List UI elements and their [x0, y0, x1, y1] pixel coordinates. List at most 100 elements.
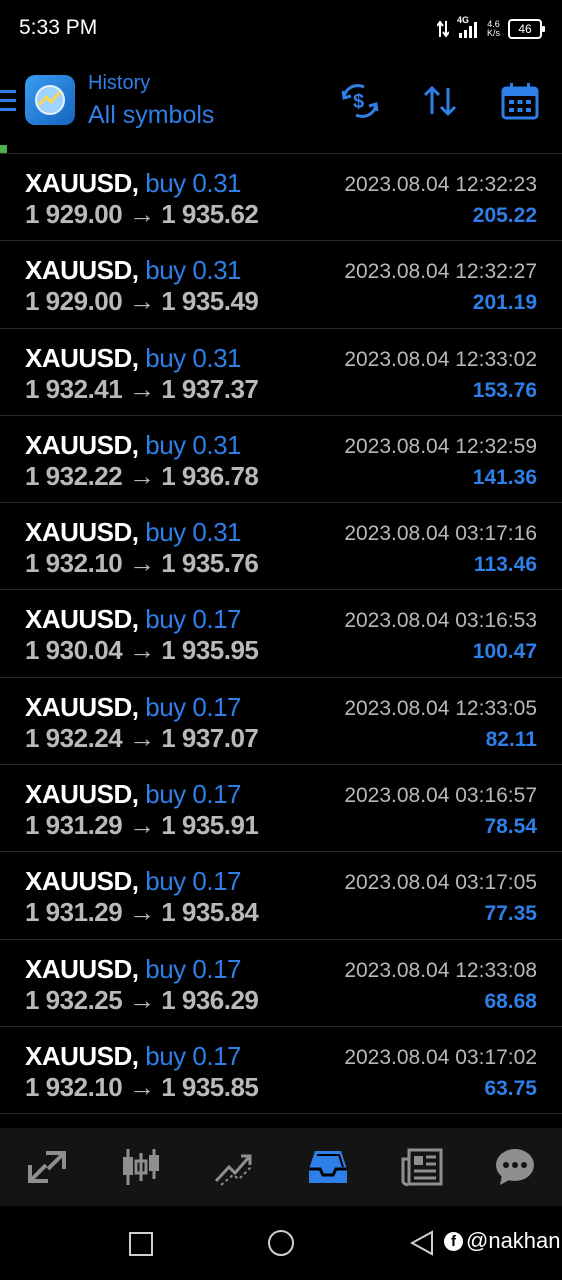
trade-symbol-line: XAUUSD, buy 0.17: [25, 866, 241, 897]
trade-symbol-line: XAUUSD, buy 0.17: [25, 692, 241, 723]
tab-quotes[interactable]: [0, 1128, 94, 1206]
trade-prices: 1 932.10 → 1 935.85: [25, 1071, 259, 1103]
trade-profit: 153.76: [472, 378, 537, 402]
chart-icon: [122, 1149, 159, 1185]
open-price: 1 931.29: [25, 897, 123, 928]
trade-row[interactable]: XAUUSD, buy 0.31 2023.08.04 12:33:02 1 932…: [0, 329, 562, 416]
calendar-button[interactable]: [499, 80, 541, 122]
open-price: 1 932.10: [25, 1071, 123, 1102]
tab-history[interactable]: [281, 1128, 375, 1206]
trade-symbol: XAUUSD,: [25, 779, 139, 810]
back-button[interactable]: [410, 1230, 434, 1256]
trade-date: 2023.08.04 12:33:05: [344, 696, 537, 720]
trade-row[interactable]: XAUUSD, buy 0.17 2023.08.04 12:33:08 1 932…: [0, 940, 562, 1027]
trade-prices: 1 932.10 → 1 935.76: [25, 548, 259, 579]
news-icon: [401, 1148, 443, 1187]
trade-symbol-line: XAUUSD, buy 0.31: [25, 255, 241, 286]
system-nav-bar: f @nakhan: [0, 1206, 562, 1280]
close-price: 1 935.76: [161, 548, 259, 579]
trade-profit: 141.36: [472, 465, 537, 489]
trade-symbol: XAUUSD,: [25, 953, 139, 984]
trade-row[interactable]: XAUUSD, buy 0.31 2023.08.04 12:32:59 1 932…: [0, 416, 562, 504]
trade-date: 2023.08.04 12:33:02: [344, 347, 537, 371]
open-price: 1 932.10: [25, 548, 123, 579]
trade-date: 2023.08.04 12:32:27: [344, 260, 537, 284]
trade-history-list: XAUUSD, buy 0.31 2023.08.04 12:32:23 1 929…: [0, 154, 562, 1115]
trade-date: 2023.08.04 12:33:08: [344, 958, 537, 982]
trade-prices: 1 932.24 → 1 937.07: [25, 722, 259, 754]
trade-row[interactable]: XAUUSD, buy 0.31 2023.08.04 12:32:23 1 929…: [0, 154, 562, 242]
header-subtitle: History: [88, 72, 151, 94]
trade-symbol-line: XAUUSD, buy 0.31: [25, 517, 241, 548]
trade-type: buy 0.31: [145, 517, 241, 548]
trade-profit: 82.11: [485, 727, 537, 751]
open-price: 1 932.24: [25, 722, 123, 753]
trade-profit: 201.19: [472, 291, 537, 315]
close-price: 1 936.78: [161, 460, 259, 491]
trade-prices: 1 931.29 → 1 935.91: [25, 810, 259, 841]
app-header: History All symbols $: [0, 58, 562, 154]
trade-profit: 205.22: [472, 204, 537, 227]
trade-type: buy 0.17: [145, 691, 241, 722]
home-button[interactable]: [268, 1230, 294, 1256]
header-title[interactable]: All symbols: [88, 101, 214, 130]
trade-prices: 1 932.41 → 1 937.37: [25, 373, 259, 405]
trade-date: 2023.08.04 03:17:02: [344, 1045, 537, 1069]
trade-row[interactable]: XAUUSD, buy 0.17 2023.08.04 03:16:53 1 930…: [0, 590, 562, 678]
quotes-icon: [27, 1151, 66, 1183]
trade-symbol-line: XAUUSD, buy 0.31: [25, 168, 241, 199]
data-transfer-icon: [436, 20, 449, 38]
price-arrow-icon: →: [128, 199, 155, 229]
trade-type: buy 0.17: [145, 604, 241, 635]
trade-date: 2023.08.04 03:16:53: [344, 609, 537, 633]
trade-symbol-line: XAUUSD, buy 0.31: [25, 343, 241, 374]
trade-row[interactable]: XAUUSD, buy 0.17 2023.08.04 03:16:57 1 931…: [0, 765, 562, 853]
trade-symbol: XAUUSD,: [25, 429, 139, 460]
history-icon: [308, 1151, 347, 1183]
svg-text:$: $: [353, 91, 364, 113]
net-speed-unit: K/s: [486, 28, 500, 38]
price-arrow-icon: →: [128, 635, 155, 666]
trade-symbol: XAUUSD,: [25, 1040, 139, 1071]
trade-type: buy 0.31: [145, 255, 241, 286]
network-type: 4G: [456, 15, 469, 25]
open-price: 1 929.00: [25, 286, 123, 317]
net-speed: 4.6 K/s: [487, 20, 500, 38]
trade-row[interactable]: XAUUSD, buy 0.17 2023.08.04 03:17:02 1 932…: [0, 1027, 562, 1115]
trade-date: 2023.08.04 12:32:23: [344, 173, 537, 196]
trade-row[interactable]: XAUUSD, buy 0.17 2023.08.04 03:17:05 1 931…: [0, 852, 562, 940]
trade-prices: 1 929.00 → 1 935.62: [25, 199, 259, 230]
deposit-filter-button[interactable]: $: [339, 80, 381, 122]
tab-chart[interactable]: [94, 1128, 188, 1206]
tab-news[interactable]: [375, 1128, 469, 1206]
trade-row[interactable]: XAUUSD, buy 0.31 2023.08.04 03:17:16 1 932…: [0, 503, 562, 591]
close-price: 1 937.07: [161, 722, 259, 753]
trade-prices: 1 930.04 → 1 935.95: [25, 635, 259, 666]
open-price: 1 929.00: [25, 199, 123, 229]
app-logo: [25, 75, 75, 125]
sort-button[interactable]: [419, 80, 461, 122]
trade-row[interactable]: XAUUSD, buy 0.31 2023.08.04 12:32:27 1 929…: [0, 241, 562, 329]
tab-messages[interactable]: [468, 1128, 562, 1206]
messages-icon: [496, 1149, 535, 1185]
open-price: 1 930.04: [25, 635, 123, 666]
watermark: f @nakhan: [444, 1228, 561, 1254]
menu-icon[interactable]: [0, 90, 16, 112]
trade-icon: [215, 1154, 252, 1186]
close-price: 1 936.29: [161, 984, 259, 1015]
close-price: 1 935.85: [161, 1071, 259, 1102]
trade-symbol: XAUUSD,: [25, 691, 139, 722]
trade-date: 2023.08.04 03:17:05: [344, 871, 537, 895]
tab-trade[interactable]: [187, 1128, 281, 1206]
close-price: 1 935.84: [161, 897, 259, 928]
trade-profit: 77.35: [484, 902, 537, 926]
calendar-icon: [501, 83, 539, 120]
trade-row[interactable]: XAUUSD, buy 0.17 2023.08.04 12:33:05 1 932…: [0, 678, 562, 766]
sort-arrows-icon: [423, 85, 457, 117]
watermark-text: @nakhan: [466, 1228, 561, 1253]
close-price: 1 937.37: [161, 373, 259, 404]
trade-date: 2023.08.04 12:32:59: [344, 434, 537, 458]
price-arrow-icon: →: [128, 897, 155, 928]
bottom-tab-bar: [0, 1128, 562, 1206]
recents-button[interactable]: [129, 1232, 153, 1256]
